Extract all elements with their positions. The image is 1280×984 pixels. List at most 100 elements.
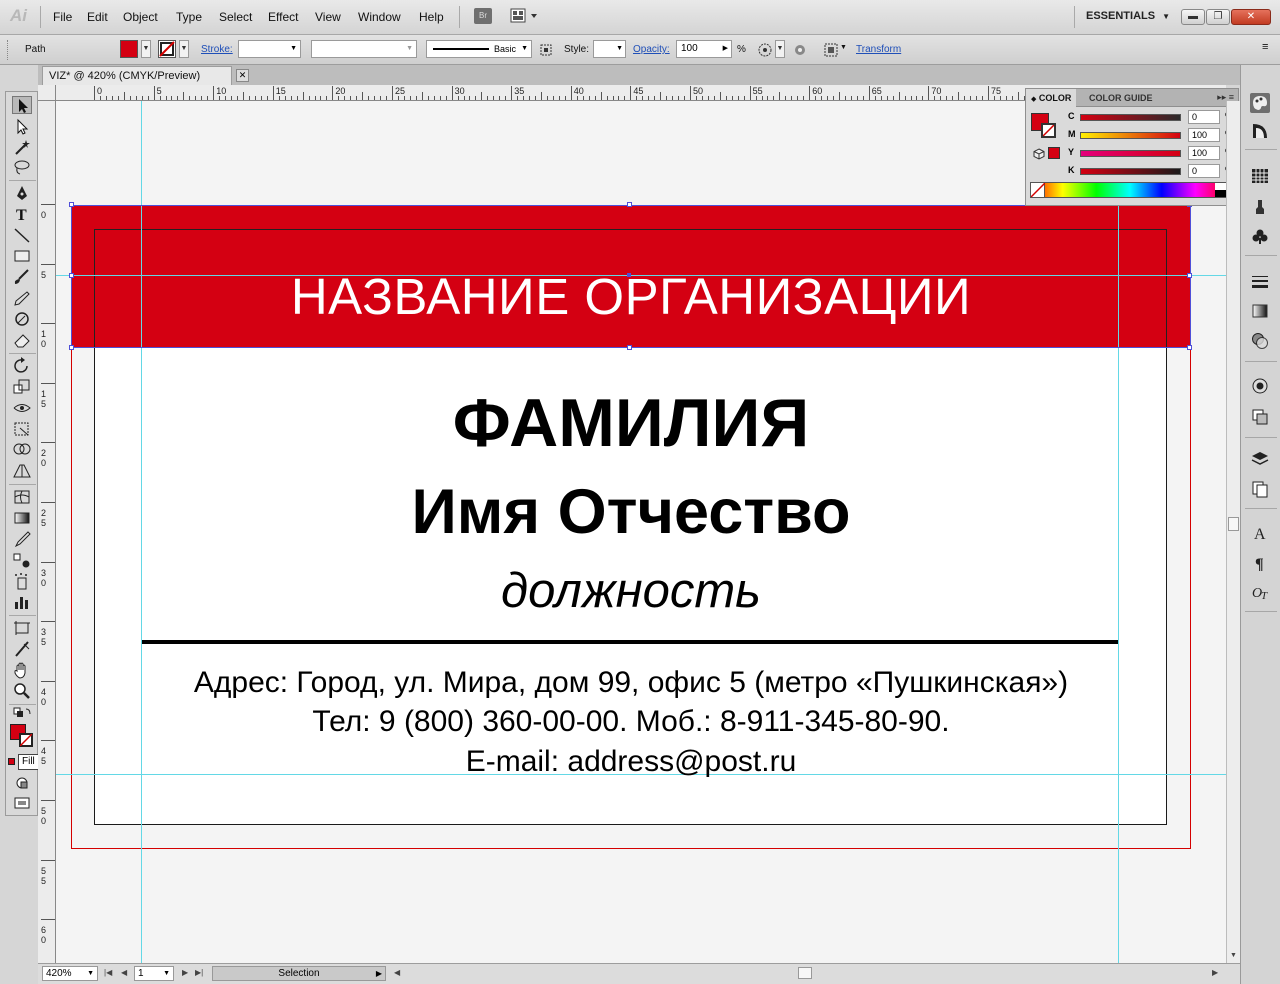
blob-brush-tool[interactable]: [12, 310, 32, 328]
vertical-scroll-thumb[interactable]: [1228, 517, 1239, 531]
menu-window[interactable]: Window: [358, 10, 401, 24]
opacity-field[interactable]: 100 ▶: [676, 40, 732, 58]
screen-mode-button[interactable]: [12, 794, 32, 812]
menu-effect[interactable]: Effect: [268, 10, 298, 24]
stroke-swatch[interactable]: [158, 40, 176, 58]
arrange-documents-button[interactable]: [510, 8, 540, 24]
variable-width-profile[interactable]: ▼: [311, 40, 417, 58]
yellow-field[interactable]: 100: [1188, 146, 1220, 160]
recolor-dropdown[interactable]: ▼: [775, 40, 785, 58]
next-artboard-button[interactable]: ▶: [182, 968, 188, 977]
status-info[interactable]: Selection ▶: [212, 966, 386, 981]
symbol-sprayer-tool[interactable]: [12, 572, 32, 590]
last-artboard-button[interactable]: ▶|: [195, 968, 203, 977]
menu-view[interactable]: View: [315, 10, 341, 24]
out-of-gamut-icon[interactable]: [1033, 148, 1045, 163]
drawing-mode-button[interactable]: [12, 774, 32, 792]
appearance-button[interactable]: [1250, 376, 1270, 396]
minimize-button[interactable]: ▬: [1181, 9, 1205, 25]
stroke-label[interactable]: Stroke:: [201, 44, 233, 55]
stroke-weight-field[interactable]: ▼: [238, 40, 301, 58]
pencil-tool[interactable]: [12, 289, 32, 307]
job-title[interactable]: должность: [71, 563, 1191, 619]
layers-button[interactable]: [1250, 449, 1270, 469]
transparency-button[interactable]: [1250, 331, 1270, 351]
close-window-button[interactable]: ✕: [1231, 9, 1271, 25]
brush-options-button[interactable]: [538, 42, 554, 58]
gamut-swatch[interactable]: [1048, 147, 1060, 159]
artboards-button[interactable]: [1250, 479, 1270, 499]
divider-line[interactable]: [142, 640, 1118, 644]
vertical-scrollbar[interactable]: ▼: [1226, 101, 1240, 963]
tab-color[interactable]: ◆ COLOR: [1026, 89, 1077, 107]
slice-tool[interactable]: [12, 640, 32, 658]
panel-stroke-swatch[interactable]: [1041, 123, 1056, 138]
paragraph-button[interactable]: ¶: [1250, 553, 1270, 573]
color-spectrum[interactable]: [1030, 182, 1230, 198]
menu-file[interactable]: File: [53, 10, 72, 24]
address-line[interactable]: Адрес: Город, ул. Мира, дом 99, офис 5 (…: [71, 666, 1191, 700]
eraser-tool[interactable]: [12, 331, 32, 349]
artboard-tool[interactable]: [12, 619, 32, 637]
color-panel-button[interactable]: [1250, 93, 1270, 113]
black-slider[interactable]: [1080, 168, 1181, 175]
scale-tool[interactable]: [12, 378, 32, 396]
line-segment-tool[interactable]: [12, 226, 32, 244]
perspective-grid-tool[interactable]: [12, 462, 32, 480]
hand-tool[interactable]: [12, 661, 32, 679]
surname[interactable]: ФАМИЛИЯ: [71, 384, 1191, 462]
bridge-button[interactable]: Br: [474, 8, 492, 24]
vertical-ruler[interactable]: 0 5 10 15 20 25 30 35 40 45 50 55 60: [38, 101, 56, 963]
none-swatch[interactable]: [1030, 182, 1046, 198]
document-canvas[interactable]: НАЗВАНИЕ ОРГАНИЗАЦИИ ФАМИЛИЯ Имя Отчеств…: [56, 101, 1226, 963]
ruler-origin[interactable]: [38, 85, 56, 101]
transform-link[interactable]: Transform: [856, 44, 901, 55]
fill-dropdown[interactable]: ▼: [141, 40, 151, 58]
brush-definition[interactable]: Basic ▼: [426, 40, 532, 58]
given-names[interactable]: Имя Отчество: [71, 476, 1191, 548]
brushes-button[interactable]: [1250, 197, 1270, 217]
magic-wand-tool[interactable]: [12, 138, 32, 156]
type-tool[interactable]: T: [12, 205, 32, 224]
recolor-artwork-button[interactable]: [757, 42, 773, 58]
swatches-button[interactable]: [1250, 166, 1270, 186]
blend-tool[interactable]: [12, 551, 32, 569]
gradient-tool[interactable]: [12, 509, 32, 527]
resize-handle[interactable]: [1187, 345, 1192, 350]
graphic-styles-button[interactable]: [1250, 407, 1270, 427]
magenta-slider[interactable]: [1080, 132, 1181, 139]
organization-name[interactable]: НАЗВАНИЕ ОРГАНИЗАЦИИ: [71, 267, 1191, 326]
width-tool[interactable]: [12, 399, 32, 417]
graphic-style-picker[interactable]: ▼: [593, 40, 626, 58]
paintbrush-tool[interactable]: [12, 268, 32, 286]
opentype-button[interactable]: OT: [1250, 582, 1270, 602]
stroke-color-box[interactable]: [19, 733, 33, 747]
rotate-tool[interactable]: [12, 357, 32, 375]
menu-edit[interactable]: Edit: [87, 10, 108, 24]
menu-help[interactable]: Help: [419, 10, 444, 24]
direct-selection-tool[interactable]: [12, 118, 32, 136]
rectangle-tool[interactable]: [12, 247, 32, 265]
opacity-label[interactable]: Opacity:: [633, 44, 670, 55]
magenta-field[interactable]: 100: [1188, 128, 1220, 142]
email-line[interactable]: E-mail: address@post.ru: [71, 745, 1191, 779]
color-mode-button[interactable]: [8, 758, 15, 765]
first-artboard-button[interactable]: |◀: [104, 968, 112, 977]
menu-type[interactable]: Type: [176, 10, 202, 24]
previous-artboard-button[interactable]: ◀: [121, 968, 127, 977]
mesh-tool[interactable]: [12, 488, 32, 506]
zoom-field[interactable]: 420% ▼: [42, 966, 98, 981]
scroll-down-arrow[interactable]: ▼: [1230, 952, 1237, 959]
horizontal-scroll-thumb[interactable]: [798, 967, 812, 979]
resize-handle[interactable]: [69, 202, 74, 207]
selection-tool[interactable]: [12, 96, 32, 114]
black-field[interactable]: 0: [1188, 164, 1220, 178]
scroll-left-arrow[interactable]: ◀: [394, 968, 400, 977]
chevron-down-icon[interactable]: ▼: [840, 44, 847, 51]
free-transform-tool[interactable]: [12, 420, 32, 438]
phone-line[interactable]: Тел: 9 (800) 360-00-00. Моб.: 8-911-345-…: [71, 705, 1191, 739]
lasso-tool[interactable]: [12, 158, 32, 176]
stroke-panel-button[interactable]: [1250, 272, 1270, 292]
zoom-tool[interactable]: [12, 682, 32, 700]
control-bar-grip[interactable]: [7, 40, 10, 60]
